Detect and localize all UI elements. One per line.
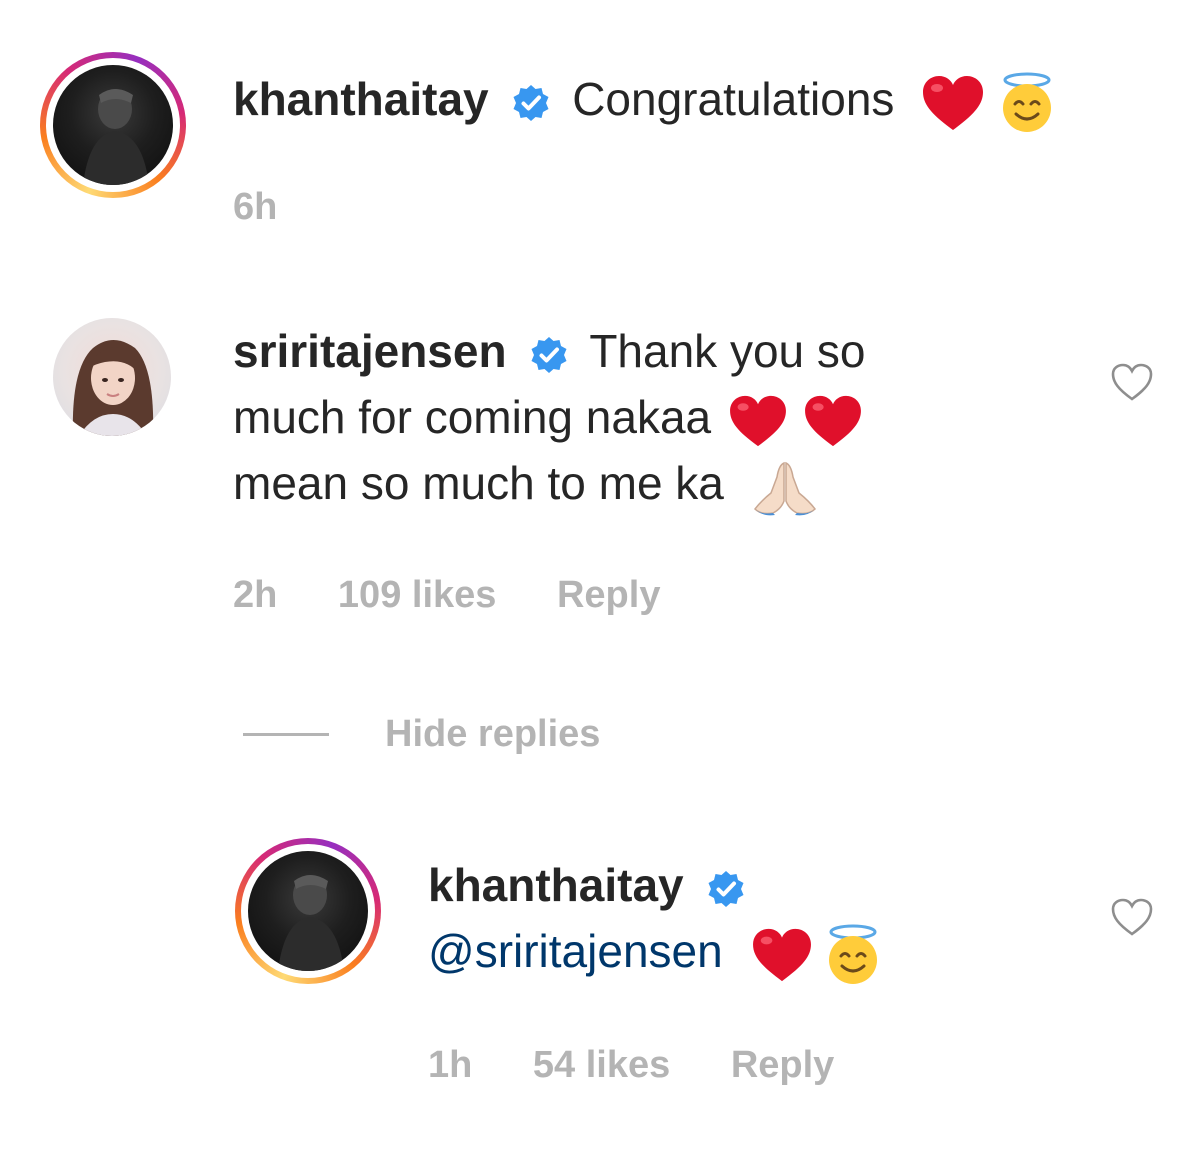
avatar	[248, 851, 368, 971]
avatar-story-ring[interactable]	[40, 52, 186, 198]
hide-replies-label[interactable]: Hide replies	[385, 713, 600, 756]
comment-text: Thank you so	[589, 325, 866, 377]
reply-meta: 1h 54 likes Reply	[428, 1044, 884, 1087]
reply-header: khanthaitay	[428, 856, 746, 914]
halo-smile-emoji-icon	[1002, 72, 1051, 132]
divider-line	[243, 732, 329, 736]
comment-body-line2: much for coming nakaa	[233, 388, 863, 448]
avatar	[53, 65, 173, 185]
comment-text: much for coming nakaa	[233, 391, 712, 443]
hide-replies-toggle[interactable]: Hide replies	[243, 712, 600, 756]
red-heart-emoji-icon	[753, 928, 812, 981]
username[interactable]: sriritajensen	[233, 325, 507, 377]
avatar-story-ring[interactable]	[235, 838, 381, 984]
comment-text: mean so much to me ka	[233, 457, 724, 509]
reply-button[interactable]: Reply	[731, 1044, 834, 1086]
mention-link[interactable]: @sriritajensen	[428, 925, 723, 977]
username[interactable]: khanthaitay	[233, 73, 489, 125]
likes-count[interactable]: 109 likes	[338, 574, 496, 616]
comment-body-line3: mean so much to me ka	[233, 454, 819, 517]
verified-badge-icon	[513, 84, 549, 121]
halo-smile-emoji-icon	[829, 924, 878, 984]
timestamp: 1h	[428, 1044, 473, 1086]
username[interactable]: khanthaitay	[428, 859, 684, 911]
comment-meta: 2h 109 likes Reply	[233, 574, 710, 617]
red-heart-emoji-icon	[923, 75, 984, 130]
comment-body: khanthaitay Congratulations	[233, 70, 1058, 134]
comment-meta: 6h	[233, 186, 327, 229]
verified-badge-icon	[708, 870, 744, 907]
like-heart-icon[interactable]	[1110, 897, 1154, 937]
avatar[interactable]	[53, 318, 171, 436]
reply-body: @sriritajensen	[428, 922, 884, 986]
red-heart-emoji-icon	[804, 395, 861, 446]
folded-hands-emoji-icon	[753, 461, 816, 516]
verified-badge-icon	[531, 336, 567, 373]
timestamp: 2h	[233, 574, 278, 616]
timestamp: 6h	[233, 186, 278, 228]
reply-button[interactable]: Reply	[557, 574, 660, 616]
comment-text: Congratulations	[572, 73, 895, 125]
likes-count[interactable]: 54 likes	[533, 1044, 670, 1086]
comment-body-line1: sriritajensen Thank you so	[233, 322, 865, 380]
like-heart-icon[interactable]	[1110, 362, 1154, 402]
red-heart-emoji-icon	[729, 395, 786, 446]
